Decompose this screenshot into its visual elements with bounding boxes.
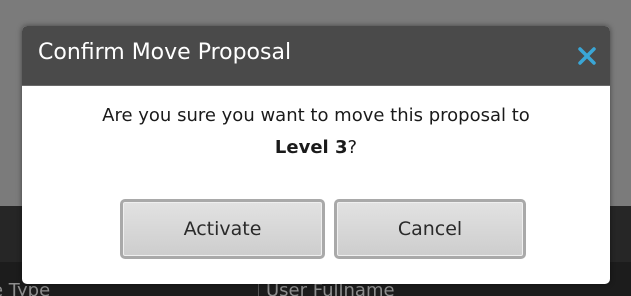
dialog-title: Confirm Move Proposal	[38, 40, 292, 65]
message-text: Are you sure you want to move this propo…	[102, 105, 530, 126]
target-level: Level 3	[274, 137, 348, 158]
cancel-button[interactable]: Cancel	[334, 199, 526, 259]
message-suffix: ?	[347, 137, 358, 158]
dialog-message: Are you sure you want to move this propo…	[22, 100, 610, 164]
close-button[interactable]	[575, 42, 599, 68]
confirm-dialog: Confirm Move Proposal Are you sure you w…	[22, 26, 610, 284]
close-icon	[578, 47, 596, 65]
activate-button[interactable]: Activate	[120, 199, 325, 259]
dialog-header: Confirm Move Proposal	[22, 26, 610, 86]
message-target-line: Level 3?	[22, 132, 610, 164]
